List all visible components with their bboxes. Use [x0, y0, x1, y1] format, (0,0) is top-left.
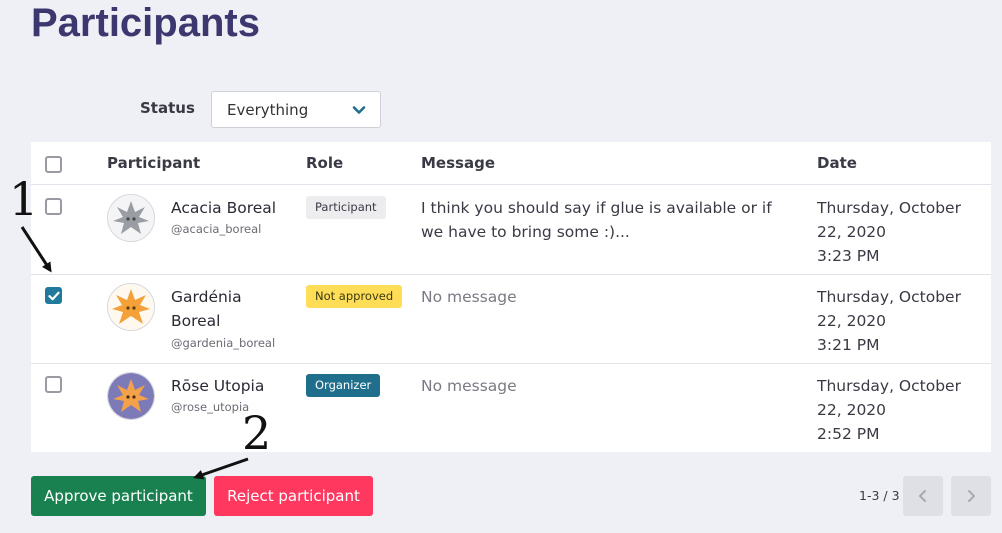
participant-handle: @gardenia_boreal: [171, 336, 276, 350]
participant-date: Thursday, October 22, 2020 3:23 PM: [817, 196, 987, 268]
row-checkbox[interactable]: [45, 287, 62, 304]
participant-date: Thursday, October 22, 2020 2:52 PM: [817, 374, 987, 446]
annotation-arrow-2: [193, 457, 249, 480]
column-header-participant[interactable]: Participant: [107, 154, 200, 172]
participant-name: Acacia Boreal: [171, 199, 277, 217]
reject-participant-button[interactable]: Reject participant: [214, 476, 373, 516]
check-icon: [48, 291, 60, 301]
previous-page-button[interactable]: [903, 476, 943, 516]
table-header: Participant Role Message Date: [31, 142, 991, 185]
chevron-down-icon: [352, 106, 366, 114]
table-row: Rōse Utopia @rose_utopia Organizer No me…: [31, 363, 991, 452]
time-text: 2:52 PM: [817, 425, 880, 443]
status-filter-value: Everything: [227, 101, 309, 119]
select-all-checkbox[interactable]: [45, 156, 62, 173]
participants-table: Participant Role Message Date Acacia Bor…: [31, 142, 991, 452]
next-page-button[interactable]: [951, 476, 991, 516]
row-checkbox[interactable]: [45, 198, 62, 215]
avatar: [107, 194, 155, 242]
participant-date: Thursday, October 22, 2020 3:21 PM: [817, 285, 987, 357]
status-filter-label: Status: [140, 99, 195, 117]
annotation-step-2: 2: [242, 406, 272, 460]
chevron-left-icon: [919, 490, 926, 502]
approve-participant-button[interactable]: Approve participant: [31, 476, 206, 516]
participant-message: No message: [421, 377, 517, 395]
column-header-date[interactable]: Date: [817, 154, 857, 172]
date-text: Thursday, October 22, 2020: [817, 288, 961, 330]
status-filter-select[interactable]: Everything: [211, 91, 381, 128]
time-text: 3:21 PM: [817, 336, 880, 354]
participant-handle: @acacia_boreal: [171, 222, 262, 236]
participant-message: No message: [421, 288, 517, 306]
time-text: 3:23 PM: [817, 247, 880, 265]
page-title: Participants: [31, 1, 260, 45]
table-row: Acacia Boreal @acacia_boreal Participant…: [31, 185, 991, 275]
participant-name: Gardénia Boreal: [171, 288, 242, 330]
pagination-label: 1-3 / 3: [859, 488, 900, 503]
role-badge: Participant: [306, 196, 386, 219]
table-row: Gardénia Boreal @gardenia_boreal Not app…: [31, 274, 991, 364]
date-text: Thursday, October 22, 2020: [817, 199, 961, 241]
participant-message: I think you should say if glue is availa…: [421, 199, 772, 241]
role-badge: Not approved: [306, 285, 403, 308]
column-header-message[interactable]: Message: [421, 154, 495, 172]
avatar: [107, 372, 155, 420]
participant-name: Rōse Utopia: [171, 377, 265, 395]
row-checkbox[interactable]: [45, 376, 62, 393]
date-text: Thursday, October 22, 2020: [817, 377, 961, 419]
column-header-role[interactable]: Role: [306, 154, 343, 172]
role-badge: Organizer: [306, 374, 381, 397]
participant-handle: @rose_utopia: [171, 400, 250, 414]
chevron-right-icon: [968, 490, 975, 502]
avatar: [107, 283, 155, 331]
annotation-step-1: 1: [9, 172, 39, 226]
